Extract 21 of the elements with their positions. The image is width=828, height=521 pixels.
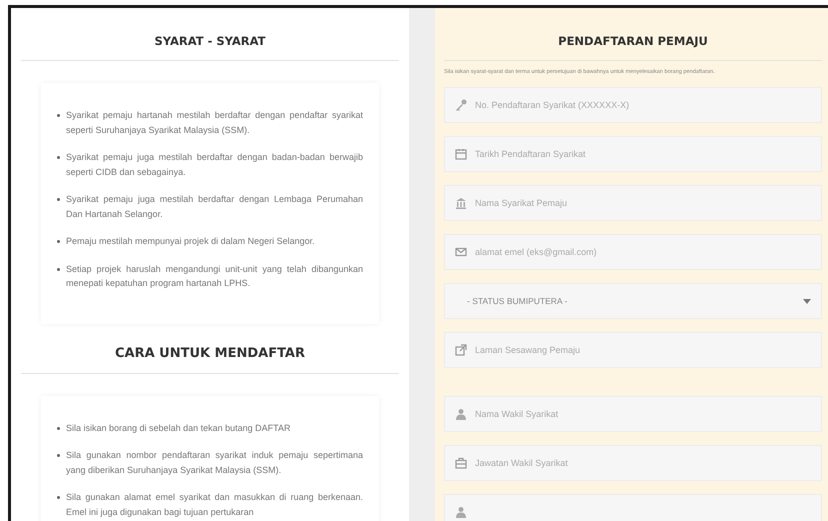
input-field[interactable]: Tarikh Pendaftaran Syarikat [444, 136, 822, 172]
requirement-item: Setiap projek haruslah mengandungi unit-unit yang telah dibangunkan menepati kepatuhan program hartanah LPHS. [57, 262, 363, 290]
instruction-item: Sila gunakan nombor pendaftaran syarikat induk pemaju sepertimana yang diberikan Suruhanjaya Syarikat Malaysia (SSM). [57, 448, 363, 477]
form-heading: PENDAFTARAN PEMAJU [444, 8, 822, 61]
input-field[interactable]: Nama Syarikat Pemaju [444, 185, 822, 221]
status-select[interactable]: - STATUS BUMIPUTERA - [444, 283, 822, 319]
instruction-item: Sila isikan borang di sebelah dan tekan butang DAFTAR [57, 420, 363, 435]
instruction-item: Sila gunakan alamat emel syarikat dan masukkan di ruang berkenaan. Emel ini juga digunakan bagi tujuan pertukaran [57, 490, 363, 519]
requirement-item: Syarikat pemaju hartanah mestilah berdaftar dengan pendaftar syarikat seperti Suruhanjaya Syarikat Malaysia (SSM). [57, 108, 363, 137]
input-field[interactable] [444, 494, 822, 521]
requirement-item: Pemaju mestilah mempunyai projek di dalam Negeri Selangor. [57, 234, 363, 248]
input-field[interactable]: No. Pendaftaran Syarikat (XXXXXX-X) [444, 87, 822, 123]
requirement-item: Syarikat pemaju juga mestilah berdaftar dengan badan-badan berwajib seperti CIDB dan sebagainya. [57, 150, 363, 179]
input-field[interactable]: Jawatan Wakil Syarikat [444, 445, 822, 481]
caret-icon [803, 298, 811, 304]
section-heading: CARA UNTUK MENDAFTAR [21, 324, 399, 374]
input-field[interactable]: alamat emel (eks@gmail.com) [444, 234, 822, 270]
section-heading: SYARAT - SYARAT [21, 8, 399, 61]
input-field[interactable]: Nama Wakil Syarikat [444, 396, 822, 432]
input-field[interactable]: Laman Sesawang Pemaju [444, 332, 822, 368]
requirement-item: Syarikat pemaju juga mestilah berdaftar dengan Lembaga Perumahan Dan Hartanah Selangor. [57, 192, 363, 221]
